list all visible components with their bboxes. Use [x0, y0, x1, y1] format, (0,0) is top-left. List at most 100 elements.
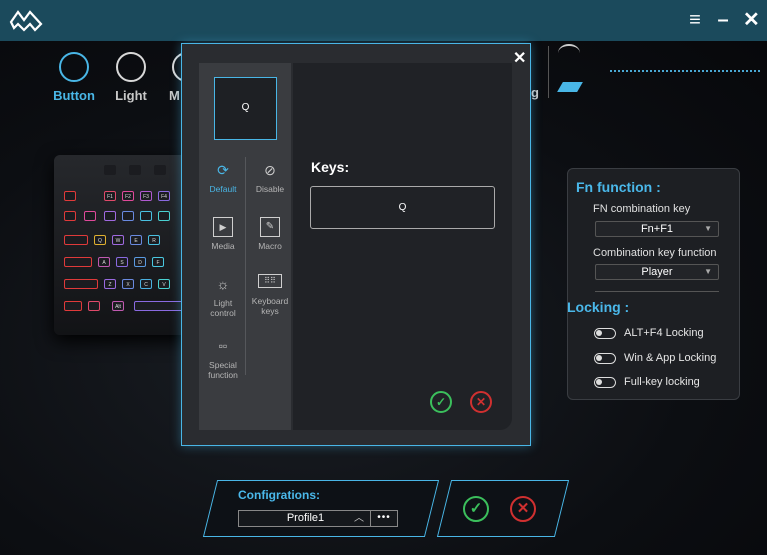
tool-default-label: Default [209, 184, 237, 194]
kb-key-esc [64, 191, 76, 201]
chevron-up-icon: ︿ [354, 513, 364, 524]
tool-media[interactable]: ▶ Media [200, 217, 246, 251]
kb-key-shift [64, 279, 98, 289]
chevron-down-icon: ▼ [704, 224, 712, 233]
minimize-button[interactable]: – [715, 10, 731, 30]
kb-key [104, 211, 116, 221]
kb-key-highlighted[interactable]: Q [94, 235, 106, 245]
fn-combo-value: Fn+F1 [640, 223, 674, 235]
kb-key: F1 [104, 191, 116, 201]
kb-key [64, 211, 76, 221]
config-label: Configrations: [238, 488, 320, 502]
light-icon: ☼ [216, 276, 230, 292]
locking-heading: Locking : [567, 299, 630, 315]
tool-macro-label: Macro [258, 241, 282, 251]
wifi-icon[interactable] [558, 44, 580, 62]
kb-media-key [129, 165, 141, 175]
kb-key [140, 211, 152, 221]
media-icon: ▶ [213, 217, 233, 237]
tool-divider [245, 157, 246, 375]
apply-button[interactable]: ✓ [463, 496, 489, 522]
special-icon: ▫▫ [218, 339, 228, 353]
keyboard-icon: ⠿⠿ [258, 274, 282, 288]
kb-key-caps [64, 257, 92, 267]
title-bar: ≡ – ✕ [0, 0, 767, 41]
check-icon: ✓ [435, 395, 447, 409]
apply-box [436, 480, 570, 537]
kb-key-tab [64, 235, 88, 245]
keyboard-key-icon [59, 52, 89, 82]
kb-key [122, 211, 134, 221]
profile-more-button[interactable]: ••• [370, 510, 398, 527]
refresh-icon: ⟳ [217, 162, 229, 178]
disable-icon: ⊘ [264, 162, 276, 178]
tool-keyboard-keys[interactable]: ⠿⠿ Keyboard keys [247, 274, 293, 316]
alt-f4-lock-toggle[interactable] [594, 328, 616, 339]
tool-macro[interactable]: ✎ Macro [247, 217, 293, 251]
keyboard-image: F1 F2 F3 F4 Q W E R A S D F Z X C V Alt [54, 155, 194, 335]
dialog-cancel-button[interactable]: ✕ [470, 391, 492, 413]
x-icon: ✕ [516, 500, 530, 517]
alt-f4-lock-label: ALT+F4 Locking [624, 327, 704, 339]
kb-key-ctrl [64, 301, 82, 311]
kb-key: Z [104, 279, 116, 289]
kb-media-key [104, 165, 116, 175]
kb-key: Alt [112, 301, 124, 311]
kb-key: F4 [158, 191, 170, 201]
app-logo-icon [9, 10, 43, 32]
kb-key: W [112, 235, 124, 245]
bulb-icon [116, 52, 146, 82]
fn-heading: Fn function : [576, 179, 661, 195]
dialog-confirm-button[interactable]: ✓ [430, 391, 452, 413]
kb-key [158, 211, 170, 221]
kb-key: C [140, 279, 152, 289]
selected-key-preview: Q [214, 77, 277, 140]
tab-m-label: M [169, 88, 180, 103]
tool-keyboard-keys-label: Keyboard keys [251, 296, 289, 316]
full-key-lock-label: Full-key locking [624, 376, 700, 388]
dialog-main [293, 63, 512, 430]
tab-button-label: Button [53, 88, 95, 103]
kb-key-space [134, 301, 184, 311]
tool-special-function[interactable]: ▫▫ Special function [200, 336, 246, 380]
kb-media-key [154, 165, 166, 175]
kb-key: F2 [122, 191, 134, 201]
win-app-lock-toggle[interactable] [594, 353, 616, 364]
keys-label: Keys: [311, 159, 350, 175]
dotted-line [610, 70, 760, 72]
fn-function-select[interactable]: Player ▼ [595, 264, 719, 280]
fn-function-label: Combination key function [593, 247, 717, 259]
menu-icon[interactable]: ≡ [687, 10, 703, 30]
dialog-close-button[interactable]: ✕ [513, 48, 526, 68]
chevron-down-icon: ▼ [704, 267, 712, 276]
fn-divider [595, 291, 719, 292]
tab-button[interactable]: Button [44, 52, 104, 103]
kb-key: R [148, 235, 160, 245]
tab-partial-label: g [531, 85, 539, 100]
tab-m[interactable]: M [152, 52, 182, 103]
full-key-lock-toggle[interactable] [594, 377, 616, 388]
tool-media-label: Media [211, 241, 235, 251]
kb-key: S [116, 257, 128, 267]
kb-key: D [134, 257, 146, 267]
keys-input[interactable]: Q [310, 186, 495, 229]
tool-light-control[interactable]: ☼ Light control [200, 274, 246, 318]
tool-disable[interactable]: ⊘ Disable [247, 160, 293, 194]
win-app-lock-label: Win & App Locking [624, 352, 717, 364]
fn-function-panel: Fn function : FN combination key Fn+F1 ▼… [567, 168, 740, 400]
kb-key: F [152, 257, 164, 267]
kb-key: V [158, 279, 170, 289]
fn-combo-label: FN combination key [593, 203, 691, 215]
kb-key: X [122, 279, 134, 289]
tool-special-function-label: Special function [208, 360, 238, 380]
check-icon: ✓ [469, 500, 483, 517]
tool-default[interactable]: ⟳ Default [200, 160, 246, 194]
close-window-button[interactable]: ✕ [743, 10, 760, 30]
profile-name: Profile1 [286, 512, 325, 524]
fn-combo-select[interactable]: Fn+F1 ▼ [595, 221, 719, 237]
tool-disable-label: Disable [255, 184, 285, 194]
macro-icon: ✎ [260, 217, 280, 237]
cancel-button[interactable]: ✕ [510, 496, 536, 522]
fn-function-value: Player [641, 266, 673, 278]
kb-key: E [130, 235, 142, 245]
